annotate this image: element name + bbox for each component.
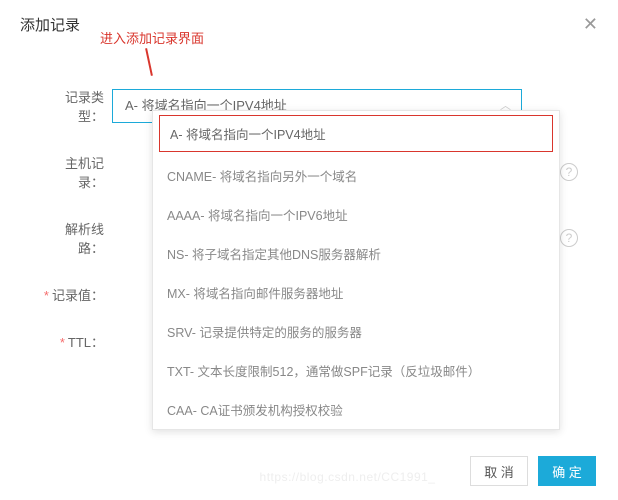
option-aaaa[interactable]: AAAA- 将域名指向一个IPV6地址 <box>153 195 559 234</box>
close-icon[interactable]: ✕ <box>583 14 598 35</box>
annotation-enter-add: 进入添加记录界面 <box>100 28 204 47</box>
help-icon[interactable]: ? <box>560 163 578 181</box>
modal-title: 添加记录 <box>20 14 80 35</box>
label-host-record: 主机记录： <box>40 153 112 191</box>
option-srv[interactable]: SRV- 记录提供特定的服务的服务器 <box>153 312 559 351</box>
modal-footer: 取 消 确 定 <box>470 456 596 486</box>
watermark: https://blog.csdn.net/CC1991_ <box>260 470 436 484</box>
label-record-value: 记录值： <box>40 285 112 304</box>
add-record-modal: 添加记录 ✕ 进入添加记录界面 这里的服务器是ECS云服务器，选择"A" 记录类… <box>0 0 618 500</box>
modal-header: 添加记录 ✕ <box>0 0 618 45</box>
label-resolve-line: 解析线路： <box>40 219 112 257</box>
option-mx[interactable]: MX- 将域名指向邮件服务器地址 <box>153 273 559 312</box>
option-cname[interactable]: CNAME- 将域名指向另外一个域名 <box>153 156 559 195</box>
option-ns[interactable]: NS- 将子域名指定其他DNS服务器解析 <box>153 234 559 273</box>
option-a[interactable]: A- 将域名指向一个IPV4地址 <box>159 115 553 152</box>
label-record-type: 记录类型： <box>40 87 112 125</box>
record-type-dropdown: A- 将域名指向一个IPV4地址 CNAME- 将域名指向另外一个域名 AAAA… <box>152 110 560 430</box>
option-txt[interactable]: TXT- 文本长度限制512，通常做SPF记录（反垃圾邮件） <box>153 351 559 390</box>
cancel-button[interactable]: 取 消 <box>470 456 528 486</box>
help-icon-2[interactable]: ? <box>560 229 578 247</box>
option-caa[interactable]: CAA- CA证书颁发机构授权校验 <box>153 390 559 429</box>
label-ttl: TTL： <box>40 332 112 351</box>
confirm-button[interactable]: 确 定 <box>538 456 596 486</box>
